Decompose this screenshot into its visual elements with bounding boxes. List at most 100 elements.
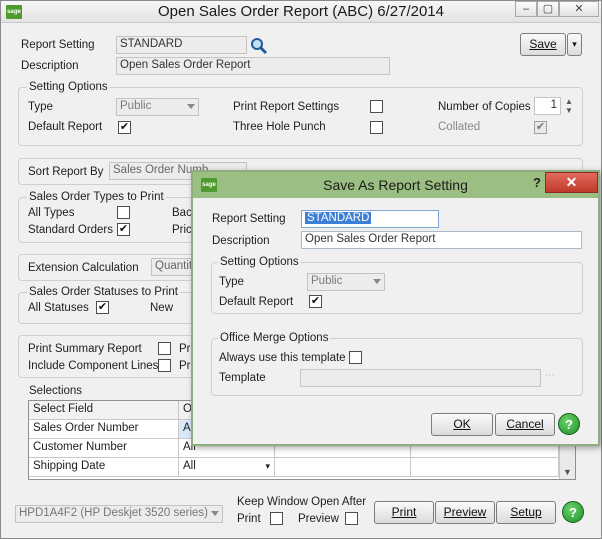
dialog-default-report-label: Default Report	[219, 296, 294, 308]
chevron-down-icon	[211, 511, 219, 516]
sales-order-types-title: Sales Order Types to Print	[27, 191, 166, 203]
standard-orders-checkbox[interactable]: ✔	[117, 223, 130, 236]
description-field[interactable]: Open Sales Order Report	[116, 57, 390, 75]
chevron-down-icon[interactable]: ▾	[265, 461, 270, 472]
always-use-template-label: Always use this template	[219, 352, 346, 364]
status-new-label: New	[150, 302, 174, 314]
save-dropdown-button[interactable]: ▾	[567, 33, 582, 56]
dialog-help-button[interactable]: ?	[558, 413, 580, 435]
setup-button[interactable]: Setup	[496, 501, 556, 524]
chevron-down-icon	[373, 279, 381, 284]
default-report-checkbox[interactable]: ✔	[118, 121, 131, 134]
dialog-description-label: Description	[212, 235, 270, 247]
default-report-label: Default Report	[28, 121, 103, 133]
grid-row-operand[interactable]: All ▾	[179, 458, 275, 477]
minimize-button[interactable]: –	[515, 1, 537, 17]
dialog-setting-options-title: Setting Options	[218, 256, 301, 268]
print-report-settings-label: Print Report Settings	[233, 101, 340, 113]
dialog-description-input[interactable]: Open Sales Order Report	[301, 231, 582, 249]
close-button[interactable]: ✕	[559, 1, 599, 17]
grid-row-field[interactable]: Sales Order Number	[29, 420, 179, 439]
setting-options-group	[18, 87, 583, 146]
window-title: Open Sales Order Report (ABC) 6/27/2014	[158, 3, 444, 20]
template-input[interactable]	[300, 369, 541, 387]
include-component-label: Include Component Lines	[28, 360, 159, 372]
ok-button-label: OK	[453, 417, 471, 431]
save-button[interactable]: Save	[520, 33, 566, 56]
grid-header-select-field: Select Field	[29, 401, 179, 420]
dialog-report-setting-label: Report Setting	[212, 213, 286, 225]
dialog-type-select[interactable]: Public	[307, 273, 385, 291]
three-hole-punch-label: Three Hole Punch	[233, 121, 326, 133]
dialog-close-button[interactable]: ✕	[545, 172, 598, 193]
always-use-template-checkbox[interactable]	[349, 351, 362, 364]
grid-row-field[interactable]: Shipping Date	[29, 458, 179, 477]
print-button[interactable]: Print	[374, 501, 434, 524]
collated-checkbox[interactable]: ✔	[534, 121, 547, 134]
collated-label: Collated	[438, 121, 481, 133]
setting-options-title: Setting Options	[27, 81, 110, 93]
copies-label: Number of Copies	[438, 101, 531, 113]
save-as-dialog: sage Save As Report Setting ? ✕ Report S…	[191, 170, 600, 446]
back-orders-label: Bac	[172, 207, 192, 219]
keep-open-preview-label: Preview	[298, 513, 339, 525]
dialog-report-setting-input[interactable]: STANDARD	[301, 210, 439, 228]
keep-open-print-label: Print	[237, 513, 261, 525]
three-hole-punch-checkbox[interactable]	[370, 121, 383, 134]
grid-row-extra[interactable]	[411, 458, 559, 477]
dialog-type-label: Type	[219, 276, 244, 288]
maximize-button[interactable]: ▢	[537, 1, 559, 17]
help-icon[interactable]: ?	[562, 501, 584, 523]
keep-open-print-checkbox[interactable]	[270, 512, 283, 525]
all-statuses-label: All Statuses	[28, 302, 89, 314]
all-types-label: All Types	[28, 207, 75, 219]
search-icon[interactable]	[250, 37, 268, 55]
description-label: Description	[21, 60, 79, 72]
ok-button[interactable]: OK	[431, 413, 493, 436]
type-select[interactable]: Public	[116, 98, 199, 116]
cancel-button-label: Cancel	[506, 417, 544, 431]
cancel-button[interactable]: Cancel	[495, 413, 555, 436]
report-setting-field[interactable]: STANDARD	[116, 36, 247, 54]
office-merge-group	[211, 338, 583, 396]
grid-row-operand-value: All	[183, 460, 196, 472]
print-report-settings-checkbox[interactable]	[370, 100, 383, 113]
keep-open-preview-checkbox[interactable]	[345, 512, 358, 525]
copies-stepper[interactable]: ▲ ▼	[563, 97, 575, 117]
all-statuses-checkbox[interactable]: ✔	[96, 301, 109, 314]
selections-title: Selections	[27, 385, 85, 397]
keep-open-label: Keep Window Open After	[237, 496, 367, 508]
type-select-value: Public	[120, 100, 152, 112]
extension-calc-label: Extension Calculation	[28, 262, 139, 274]
preview-button-label: Preview	[443, 505, 487, 519]
template-browse-icon[interactable]: ⋯	[545, 370, 555, 381]
sales-order-statuses-title: Sales Order Statuses to Print	[27, 286, 180, 298]
dialog-help-icon[interactable]: ?	[533, 175, 541, 190]
printer-select-value: HPD1A4F2 (HP Deskjet 3520 series)	[19, 507, 208, 519]
standard-orders-label: Standard Orders	[28, 224, 114, 236]
dialog-type-value: Public	[311, 275, 343, 287]
sort-report-by-label: Sort Report By	[28, 166, 104, 178]
report-setting-label: Report Setting	[21, 39, 95, 51]
grid-row-value[interactable]	[275, 458, 411, 477]
print-button-label: Print	[391, 505, 417, 519]
dialog-title-bar: sage Save As Report Setting ? ✕	[193, 172, 598, 198]
chevron-down-icon[interactable]: ▼	[563, 467, 572, 477]
include-component-checkbox[interactable]	[158, 359, 171, 372]
all-types-checkbox[interactable]	[117, 206, 130, 219]
preview-button[interactable]: Preview	[435, 501, 495, 524]
setup-button-label: Setup	[510, 505, 542, 519]
printer-select[interactable]: HPD1A4F2 (HP Deskjet 3520 series)	[15, 505, 223, 523]
price-quotes-label: Pric	[172, 224, 192, 236]
grid-row-field[interactable]: Customer Number	[29, 439, 179, 458]
extension-calc-select[interactable]: Quantity	[151, 258, 195, 276]
dialog-report-setting-value: STANDARD	[305, 212, 372, 224]
print-summary-label: Print Summary Report	[28, 343, 142, 355]
type-label: Type	[28, 101, 53, 113]
dialog-default-report-checkbox[interactable]: ✔	[309, 295, 322, 308]
title-bar: sage Open Sales Order Report (ABC) 6/27/…	[1, 1, 601, 23]
copies-field[interactable]: 1	[534, 97, 561, 115]
print-summary-checkbox[interactable]	[158, 342, 171, 355]
office-merge-title: Office Merge Options	[218, 332, 331, 344]
save-button-label: Save	[529, 37, 557, 51]
